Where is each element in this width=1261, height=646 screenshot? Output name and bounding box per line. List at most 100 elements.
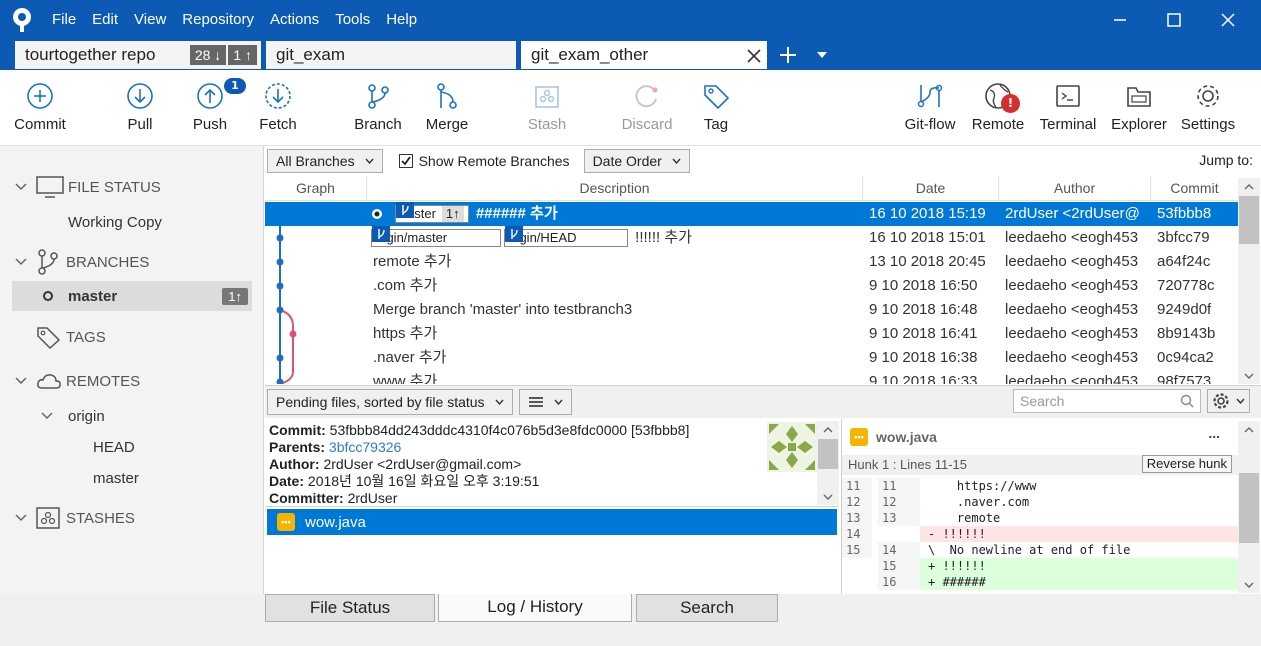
scroll-down-icon[interactable] [1238, 367, 1260, 384]
sidebar-section-remotes[interactable]: REMOTES [0, 366, 140, 396]
commit-refs: master 1↑ ###### 추가 [371, 202, 558, 226]
branch-button[interactable]: Branch [350, 70, 406, 146]
stash-icon [36, 507, 60, 529]
commit-row[interactable]: .com 추가 9 10 2018 16:50 leedaeho <eogh45… [265, 274, 1238, 298]
sidebar-item-working-copy[interactable]: Working Copy [68, 207, 162, 237]
discard-button[interactable]: Discard [617, 70, 677, 146]
file-search-input[interactable]: Search [1013, 389, 1201, 413]
menu-actions[interactable]: Actions [262, 0, 327, 40]
sidebar-item-master[interactable]: master 1↑ [12, 281, 252, 311]
sidebar-item-origin-head[interactable]: HEAD [93, 432, 135, 462]
tab-log-history[interactable]: Log / History [438, 594, 632, 622]
reverse-hunk-button[interactable]: Reverse hunk [1141, 455, 1232, 473]
search-placeholder: Search [1020, 393, 1065, 409]
new-tab-button[interactable] [771, 40, 805, 70]
menu-tools[interactable]: Tools [327, 0, 378, 40]
pending-files-dropdown[interactable]: Pending files, sorted by file status [267, 389, 513, 415]
stash-button[interactable]: Stash [519, 70, 575, 146]
terminal-label: Terminal [1039, 116, 1097, 133]
terminal-button[interactable]: Terminal [1036, 70, 1100, 146]
col-description[interactable]: Description [367, 176, 863, 201]
ref-origin-master[interactable]: origin/master [371, 226, 501, 248]
col-date[interactable]: Date [863, 176, 999, 201]
tab-git-exam[interactable]: git_exam [265, 40, 517, 70]
sidebar-section-file-status[interactable]: FILE STATUS [0, 172, 161, 202]
menu-repository[interactable]: Repository [174, 0, 262, 40]
commit-row[interactable]: .naver 추가 9 10 2018 16:38 leedaeho <eogh… [265, 346, 1238, 370]
commit-row[interactable]: remote 추가 13 10 2018 20:45 leedaeho <eog… [265, 250, 1238, 274]
branch-filter-dropdown[interactable]: All Branches [267, 149, 383, 173]
scroll-thumb[interactable] [1239, 196, 1259, 244]
diff-options-dropdown[interactable] [1207, 389, 1250, 413]
details-scrollbar[interactable] [817, 421, 839, 505]
log-scrollbar[interactable] [1238, 178, 1260, 384]
search-icon [1180, 394, 1194, 408]
scroll-up-icon[interactable] [1238, 421, 1260, 438]
close-tab-icon[interactable] [747, 49, 761, 63]
commit-row[interactable]: master 1↑ ###### 추가 16 10 2018 15:19 2rdU… [265, 202, 1238, 226]
commit-row[interactable]: Merge branch 'master' into testbranch3 9… [265, 298, 1238, 322]
settings-button[interactable]: Settings [1178, 70, 1238, 146]
changed-file-row[interactable]: ••• wow.java [267, 509, 837, 535]
show-remote-branches-checkbox[interactable]: Show Remote Branches [398, 153, 570, 169]
fetch-icon [265, 83, 291, 109]
fetch-button[interactable]: Fetch [250, 70, 306, 146]
scroll-thumb[interactable] [1239, 473, 1259, 543]
commit-date: 9 10 2018 16:48 [869, 301, 978, 318]
tab-git-exam-other[interactable]: git_exam_other [520, 40, 768, 70]
remote-button[interactable]: ! Remote [970, 70, 1026, 146]
sidebar-item-origin[interactable]: origin [0, 401, 105, 431]
scroll-up-icon[interactable] [1238, 178, 1260, 195]
tab-list-button[interactable] [805, 40, 839, 70]
commit-button[interactable]: Commit [10, 70, 70, 146]
diff-panel: ••• wow.java ... Hunk 1 : Lines 11-15 Re… [841, 419, 1261, 594]
sidebar-section-branches[interactable]: BRANCHES [0, 247, 149, 277]
sidebar-section-tags[interactable]: TAGS [0, 322, 106, 352]
tab-file-status[interactable]: File Status [265, 594, 435, 622]
menu-file[interactable]: File [44, 0, 84, 40]
order-dropdown[interactable]: Date Order [583, 149, 690, 173]
menu-help[interactable]: Help [378, 0, 425, 40]
col-author[interactable]: Author [999, 176, 1151, 201]
tag-icon [37, 327, 61, 349]
menu-view[interactable]: View [126, 0, 174, 40]
modified-file-icon: ••• [277, 513, 295, 531]
gitflow-button[interactable]: Git-flow [900, 70, 960, 146]
commit-row[interactable]: https 추가 9 10 2018 16:41 leedaeho <eogh4… [265, 322, 1238, 346]
branch-filter-value: All Branches [276, 153, 355, 169]
sidebar-section-stashes[interactable]: STASHES [0, 503, 135, 533]
order-value: Date Order [592, 153, 662, 169]
detail-commit: Commit: 53fbbb84dd243dddc4310f4c076b5d3e… [269, 422, 690, 438]
scroll-down-icon[interactable] [1238, 576, 1260, 593]
commit-row[interactable]: origin/master origin/HEAD !!!!!! 추가 16 10… [265, 226, 1238, 250]
close-window-button[interactable] [1195, 0, 1261, 40]
scroll-up-icon[interactable] [817, 421, 839, 438]
tag-button[interactable]: Tag [688, 70, 744, 146]
head-marker-icon [372, 209, 382, 220]
parent-link[interactable]: 3bfcc79326 [329, 439, 401, 455]
diff-scrollbar[interactable] [1238, 421, 1260, 593]
explorer-button[interactable]: Explorer [1109, 70, 1169, 146]
ref-master[interactable]: master 1↑ [395, 202, 469, 224]
more-options-icon[interactable]: ... [1208, 425, 1220, 441]
scroll-down-icon[interactable] [817, 488, 839, 505]
push-button[interactable]: 1 Push [182, 70, 246, 146]
ref-origin-head[interactable]: origin/HEAD [504, 226, 628, 248]
diff-line: 13 13 remote [842, 510, 1238, 526]
tab-tourtogether[interactable]: tourtogether repo 28 ↓ 1 ↑ [14, 40, 262, 70]
commit-row[interactable]: www 추가 9 10 2018 16:33 leedaeho <eogh453… [265, 370, 1238, 384]
tab-search[interactable]: Search [636, 594, 778, 622]
col-graph[interactable]: Graph [265, 176, 367, 201]
view-mode-dropdown[interactable] [518, 389, 572, 415]
chevron-down-icon [672, 158, 681, 164]
scroll-thumb[interactable] [818, 439, 838, 469]
col-commit[interactable]: Commit [1151, 176, 1238, 201]
pull-button[interactable]: Pull [112, 70, 168, 146]
commit-date: 16 10 2018 15:01 [869, 229, 986, 246]
sidebar-item-origin-master[interactable]: master [93, 463, 139, 493]
commit-details-panel: Commit: 53fbbb84dd243dddc4310f4c076b5d3e… [265, 419, 839, 594]
menu-edit[interactable]: Edit [84, 0, 126, 40]
jump-to-label[interactable]: Jump to: [1199, 152, 1253, 168]
commit-hash: a64f24c [1157, 253, 1211, 270]
merge-button[interactable]: Merge [419, 70, 475, 146]
